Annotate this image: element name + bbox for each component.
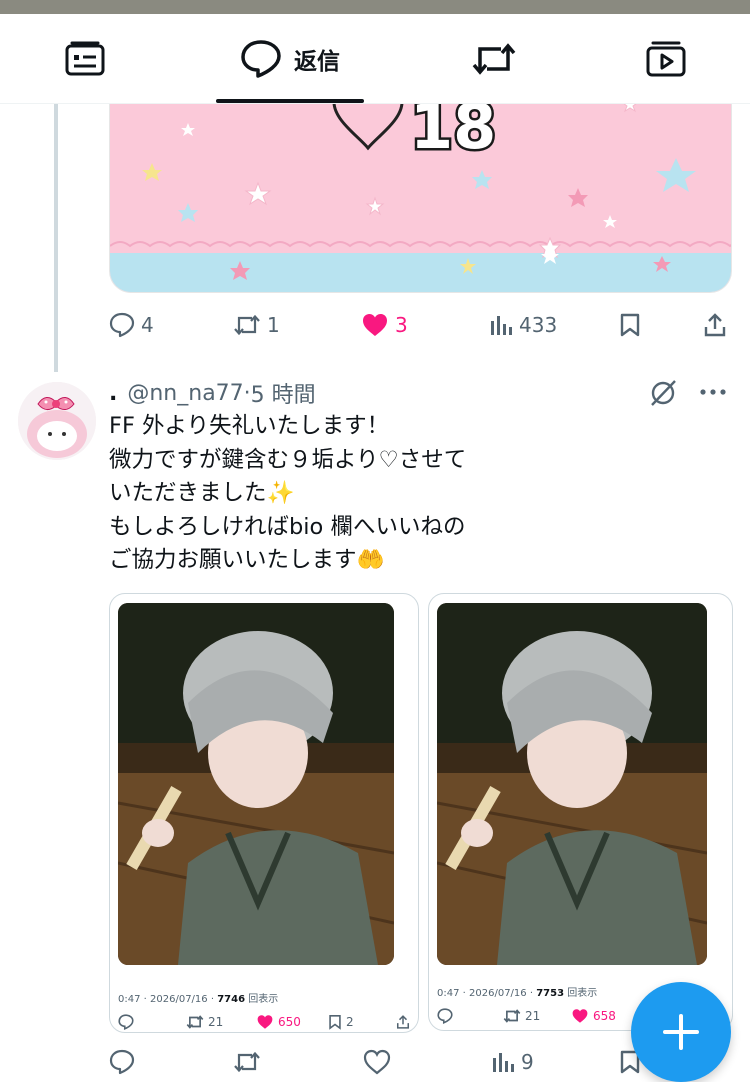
- embedded-screenshot-card[interactable]: 0:47 · 2026/07/16 · 7746 回表示 21 650 2: [109, 593, 419, 1033]
- repost-icon: [503, 1009, 521, 1023]
- tab-bar: 返信: [0, 14, 750, 104]
- share-button[interactable]: [703, 305, 727, 345]
- like-count: 3: [395, 313, 408, 337]
- repost-icon: [234, 1051, 260, 1073]
- repost-icon: [186, 1015, 204, 1029]
- card-meta: 0:47 · 2026/07/16 · 7746 回表示: [118, 994, 279, 1005]
- avatar[interactable]: [18, 382, 96, 460]
- views-button[interactable]: 9: [491, 1042, 534, 1082]
- repost-icon: [472, 43, 516, 75]
- active-tab-indicator: [216, 99, 364, 103]
- status-strip: [0, 0, 750, 14]
- reply-count: 4: [141, 313, 154, 337]
- views-chart-icon: [493, 1053, 514, 1072]
- tweet-text-line: いただきました✨: [109, 480, 295, 507]
- tweet-media-image[interactable]: 18: [109, 78, 732, 293]
- bookmark-button[interactable]: [619, 305, 641, 345]
- card-repost: 21: [503, 1006, 540, 1026]
- tweet-text-line: ご協力お願いいたします🤲: [109, 547, 385, 574]
- reply-icon: [437, 1008, 453, 1024]
- display-name[interactable]: .: [109, 381, 117, 406]
- more-options-icon[interactable]: [698, 382, 728, 402]
- timestamp[interactable]: 5 時間: [251, 377, 316, 409]
- heart-outline-icon: [363, 1049, 391, 1075]
- repost-button[interactable]: [233, 1042, 261, 1082]
- plus-icon: [663, 1014, 699, 1050]
- compose-button[interactable]: [631, 982, 731, 1082]
- card-reply: [118, 1012, 134, 1032]
- reply-icon: [118, 1014, 134, 1030]
- tweet1-action-bar: 4 1 3 433: [109, 305, 734, 345]
- card-bookmark-count: 2: [346, 1015, 354, 1029]
- reply-bubble-icon: [241, 40, 281, 78]
- heart-filled-icon: [572, 1009, 588, 1023]
- bookmark-icon: [329, 1015, 341, 1030]
- tab-media[interactable]: [620, 14, 712, 104]
- views-count: 9: [521, 1050, 534, 1074]
- reply-icon: [109, 312, 135, 338]
- views-button[interactable]: 433: [489, 305, 557, 345]
- share-icon: [704, 313, 726, 337]
- card-views: 7746: [217, 994, 246, 1005]
- tweet-text-line: FF 外より失礼いたします！: [109, 413, 390, 439]
- card-like: 650: [256, 1012, 301, 1032]
- reply-button[interactable]: [109, 1042, 135, 1082]
- tab-articles[interactable]: [40, 14, 130, 104]
- tab-replies-label: 返信: [294, 49, 340, 75]
- card-date: 2026/07/16: [469, 988, 527, 999]
- embedded-screenshot-card[interactable]: 0:47 · 2026/07/16 · 7753 回表示 21 658: [428, 593, 733, 1031]
- tweet2-header: . @nn_na77 · 5 時間: [109, 377, 316, 409]
- card-like: 658: [571, 1006, 616, 1026]
- like-button[interactable]: [363, 1042, 391, 1082]
- card-bookmark: 2: [328, 1012, 354, 1032]
- share-icon: [396, 1015, 410, 1029]
- card-time: 0:47: [118, 994, 141, 1005]
- card-meta: 0:47 · 2026/07/16 · 7753 回表示: [437, 988, 598, 999]
- card-date: 2026/07/16: [150, 994, 208, 1005]
- repost-icon: [234, 314, 260, 336]
- card-views: 7753: [536, 988, 565, 999]
- heart-filled-icon: [363, 314, 387, 336]
- views-count: 433: [519, 313, 558, 337]
- handle[interactable]: @nn_na77: [127, 381, 243, 406]
- card-time: 0:47: [437, 988, 460, 999]
- heart-filled-icon: [257, 1015, 273, 1029]
- card-repost-count: 21: [208, 1015, 224, 1029]
- tweet2-text: FF 外より失礼いたします！ 微力ですが鍵含む９垢より♡させて いただきました✨…: [109, 410, 729, 578]
- views-chart-icon: [491, 316, 512, 335]
- selfie-photo: [437, 603, 707, 965]
- tweet-text-line: もしよろしければbio 欄へいいねの: [109, 513, 466, 540]
- tweet-text-line: 微力ですが鍵含む９垢より♡させて: [109, 446, 467, 473]
- article-icon: [65, 41, 105, 76]
- selfie-photo: [118, 603, 394, 965]
- card-views-suffix: 回表示: [248, 994, 279, 1005]
- tab-replies[interactable]: 返信: [216, 14, 364, 104]
- avatar-character-image: [18, 382, 96, 460]
- bookmark-icon: [620, 313, 640, 337]
- reply-button[interactable]: 4: [109, 305, 154, 345]
- repost-button[interactable]: 1: [233, 305, 280, 345]
- card-share: [396, 1012, 410, 1032]
- pink-star-artwork: 18: [110, 78, 731, 292]
- card-reply: [437, 1006, 453, 1026]
- reply-icon: [109, 1049, 135, 1075]
- thread-connector-line: [54, 104, 58, 372]
- repost-count: 1: [267, 313, 280, 337]
- card-photo: [118, 603, 394, 965]
- video-icon: [646, 41, 686, 77]
- card-like-count: 650: [278, 1015, 301, 1029]
- card-repost: 21: [186, 1012, 223, 1032]
- grok-icon[interactable]: [648, 378, 678, 408]
- card-repost-count: 21: [525, 1009, 541, 1023]
- tab-reposts[interactable]: [448, 14, 540, 104]
- card-like-count: 658: [593, 1009, 616, 1023]
- card-photo: [437, 603, 707, 965]
- like-button[interactable]: 3: [361, 305, 408, 345]
- card-views-suffix: 回表示: [567, 988, 598, 999]
- separator: ·: [243, 380, 251, 406]
